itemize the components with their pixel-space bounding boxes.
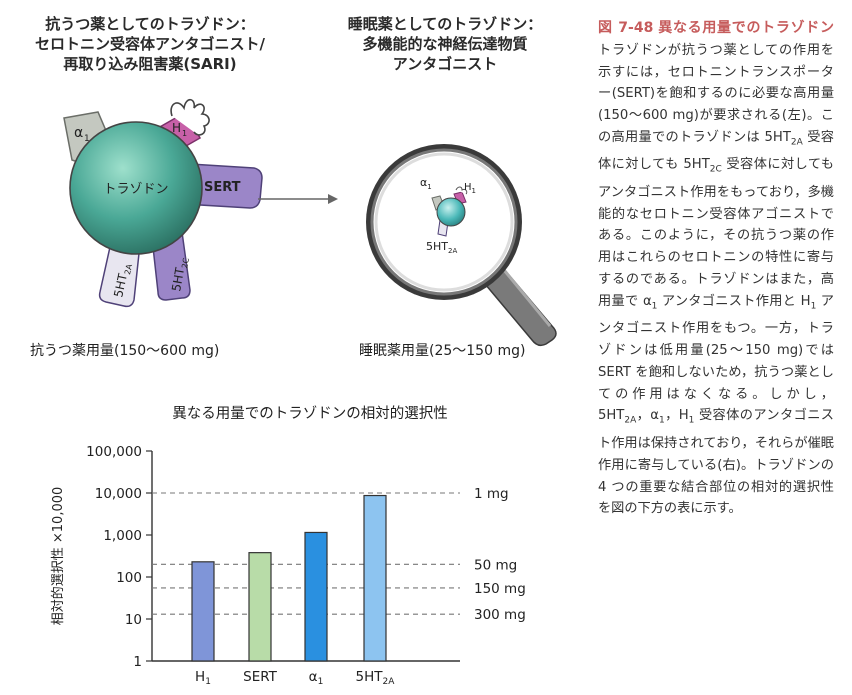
y-tick-label: 1,000 [103,528,142,544]
dose-line-label: 300 mg [474,607,526,623]
chart-title: 異なる用量でのトラゾドンの相対的選択性 [172,406,448,422]
caption-sub5: 2A [624,416,637,427]
dose-arrow [258,194,338,204]
y-tick-label: 10,000 [95,486,142,502]
right-title-line3: アンタゴニスト [392,55,498,73]
right-title-line1: 睡眠薬としてのトラゾドン： [347,15,543,33]
h1-sub-left: 1 [182,129,187,138]
caption-sub1: 2A [790,137,803,148]
trazodone-label: トラゾドン [103,182,168,197]
figure-number: 図 7-48 [598,20,654,36]
y-tick-label: 100 [116,570,142,586]
caption-p6: ，α [636,408,659,424]
figure-title: 異なる用量でのトラゾドン [658,20,834,36]
caption-p1: トラゾドンが抗うつ薬としての作用を示すには，セロトニントランスポーター(SERT… [598,42,834,145]
magnifying-glass-icon [366,144,557,347]
alpha1-label-left: α [74,125,83,141]
selectivity-chart: 相対的選択性 ×10,000 100,000 10,000 1,000 100 10 1 1 … [50,444,526,687]
x-tick-label: α1 [309,669,324,687]
right-dose-label: 睡眠薬用量(25～150 mg) [359,343,526,359]
bar-0 [191,561,215,662]
x-tick-label: 5HT2A [356,669,396,687]
y-tick-label: 10 [125,612,142,628]
bar-3 [363,494,387,662]
right-panel-title: 睡眠薬としてのトラゾドン： 多機能的な神経伝達物質 アンタゴニスト [300,14,590,74]
x-tick-label: SERT [243,669,277,685]
caption-p7: ，H [664,408,689,424]
y-axis-label: 相対的選択性 ×10,000 [50,487,66,626]
caption-p4: アンタゴニスト作用と H [657,293,811,309]
bar-1 [248,552,272,662]
caption-p3: 受容体に対してもアンタゴニスト作用をもっており，多機能的なセロトニン受容体アゴニ… [598,157,834,309]
caption-sub2: 2C [709,165,722,176]
sert-label-left: SERT [204,180,241,195]
x-tick-label: H1 [195,669,211,687]
left-dose-label: 抗うつ薬用量(150～600 mg) [30,343,220,359]
dose-line-label: 1 mg [474,486,509,502]
right-title-line2: 多機能的な神経伝達物質 [362,35,528,53]
figure-caption: 図 7-48 異なる用量でのトラゾドン トラゾドンが抗うつ薬としての作用を示すに… [598,18,834,520]
caption-p5: アンタゴニスト作用をもつ。一方，トラゾドンは低用量(25～150 mg)では S… [598,293,834,424]
dose-line-label: 150 mg [474,581,526,597]
bar-2 [304,531,328,662]
y-tick-label: 100,000 [86,444,142,460]
dose-line-label: 50 mg [474,557,517,573]
y-tick-label: 1 [133,654,142,670]
